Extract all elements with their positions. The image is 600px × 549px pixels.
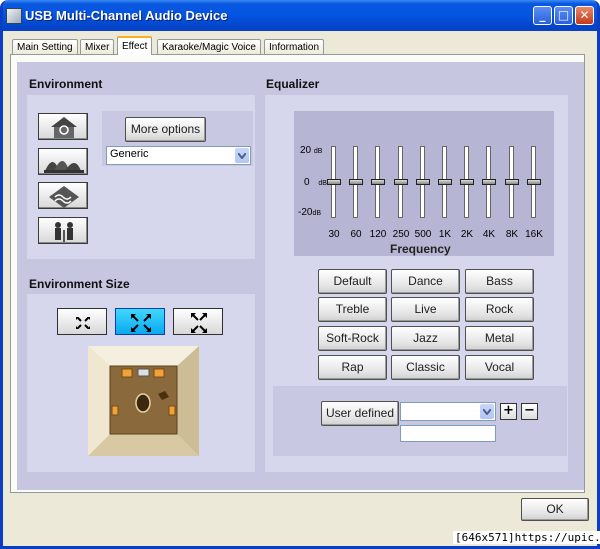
preset-dance-button[interactable]: Dance	[391, 269, 460, 294]
user-defined-button[interactable]: User defined	[321, 401, 399, 426]
preset-metal-button[interactable]: Metal	[465, 326, 534, 351]
chevron-down-icon[interactable]	[480, 404, 494, 419]
more-options-button[interactable]: More options	[125, 117, 206, 142]
preset-live-button[interactable]: Live	[391, 297, 460, 322]
remove-preset-button[interactable]: −	[521, 403, 538, 420]
people-environment-button[interactable]	[38, 217, 88, 244]
preset-jazz-button[interactable]: Jazz	[391, 326, 460, 351]
opera-environment-button[interactable]	[38, 148, 88, 175]
preset-classic-button[interactable]: Classic	[391, 355, 460, 380]
ok-button[interactable]: OK	[521, 498, 589, 521]
eq-slider-knob[interactable]	[505, 179, 519, 185]
chevron-down-icon[interactable]	[235, 148, 249, 163]
large-room-icon	[191, 313, 207, 333]
close-button[interactable]: ✕	[575, 6, 594, 25]
preset-bass-button[interactable]: Bass	[465, 269, 534, 294]
equalizer-title: Equalizer	[266, 77, 320, 91]
tab-information[interactable]: Information	[264, 39, 325, 55]
tab-karaoke-magic-voice[interactable]: Karaoke/Magic Voice	[157, 39, 261, 55]
size-small-button[interactable]	[57, 308, 107, 335]
eq-slider-knob[interactable]	[349, 179, 363, 185]
tab-main-setting[interactable]: Main Setting	[12, 39, 78, 55]
frequency-label: 250	[392, 229, 410, 240]
people-icon	[55, 222, 73, 242]
eq-slider-30[interactable]	[327, 146, 341, 218]
size-large-button[interactable]	[173, 308, 223, 335]
eq-slider-knob[interactable]	[394, 179, 408, 185]
db-label-bottom: -20dB	[298, 207, 322, 218]
room-preview	[87, 345, 200, 457]
db-label-mid: 0 dB	[304, 177, 327, 188]
frequency-label: 30	[328, 229, 340, 240]
preset-rock-button[interactable]: Rock	[465, 297, 534, 322]
eq-slider-knob[interactable]	[460, 179, 474, 185]
title-bar[interactable]: USB Multi-Channel Audio Device _ □ ✕	[3, 0, 597, 31]
eq-slider-knob[interactable]	[438, 179, 452, 185]
eq-slider-knob[interactable]	[416, 179, 430, 185]
add-preset-button[interactable]: +	[500, 403, 517, 420]
opera-house-icon	[44, 161, 84, 173]
preset-vocal-button[interactable]: Vocal	[465, 355, 534, 380]
house-environment-button[interactable]	[38, 113, 88, 140]
eq-slider-knob[interactable]	[327, 179, 341, 185]
preset-default-button[interactable]: Default	[318, 269, 387, 294]
small-room-icon	[76, 317, 90, 329]
eq-slider-8k[interactable]	[505, 146, 519, 218]
preset-rap-button[interactable]: Rap	[318, 355, 387, 380]
frequency-label: 8K	[505, 229, 519, 240]
eq-slider-knob[interactable]	[482, 179, 496, 185]
frequency-label: 2K	[460, 229, 474, 240]
eq-slider-60[interactable]	[349, 146, 363, 218]
frequency-label: 60	[350, 229, 362, 240]
eq-slider-2k[interactable]	[460, 146, 474, 218]
tab-mixer[interactable]: Mixer	[80, 39, 115, 55]
preset-name-input[interactable]	[400, 425, 496, 442]
environment-selected-value: Generic	[110, 148, 149, 160]
house-icon	[51, 117, 77, 138]
eq-slider-knob[interactable]	[371, 179, 385, 185]
eq-slider-16k[interactable]	[527, 146, 541, 218]
eq-slider-120[interactable]	[371, 146, 385, 218]
eq-slider-250[interactable]	[394, 146, 408, 218]
user-defined-select[interactable]	[400, 402, 496, 421]
frequency-label: 120	[369, 229, 387, 240]
cave-icon	[49, 186, 79, 208]
preset-soft-rock-button[interactable]: Soft-Rock	[318, 326, 387, 351]
cave-environment-button[interactable]	[38, 182, 88, 209]
environment-title: Environment	[29, 77, 103, 91]
size-medium-button[interactable]	[115, 308, 165, 335]
frequency-label: 1K	[438, 229, 452, 240]
frequency-axis-title: Frequency	[390, 242, 451, 256]
medium-room-icon	[131, 314, 151, 332]
frequency-label: 4K	[482, 229, 496, 240]
eq-slider-1k[interactable]	[438, 146, 452, 218]
watermark-text: [646x571]https://upic.me/	[453, 531, 600, 544]
environment-size-title: Environment Size	[29, 277, 130, 291]
eq-slider-knob[interactable]	[527, 179, 541, 185]
app-icon	[6, 8, 22, 24]
preset-treble-button[interactable]: Treble	[318, 297, 387, 322]
tab-effect[interactable]: Effect	[117, 36, 153, 55]
maximize-button[interactable]: □	[554, 6, 573, 25]
db-label-top: 20 dB	[300, 145, 323, 156]
eq-slider-500[interactable]	[416, 146, 430, 218]
frequency-label: 16K	[525, 229, 543, 240]
eq-slider-4k[interactable]	[482, 146, 496, 218]
frequency-label: 500	[414, 229, 432, 240]
window-title: USB Multi-Channel Audio Device	[25, 8, 228, 23]
user-defined-box	[273, 386, 567, 456]
environment-select[interactable]: Generic	[106, 146, 251, 165]
minimize-button[interactable]: _	[533, 6, 552, 25]
